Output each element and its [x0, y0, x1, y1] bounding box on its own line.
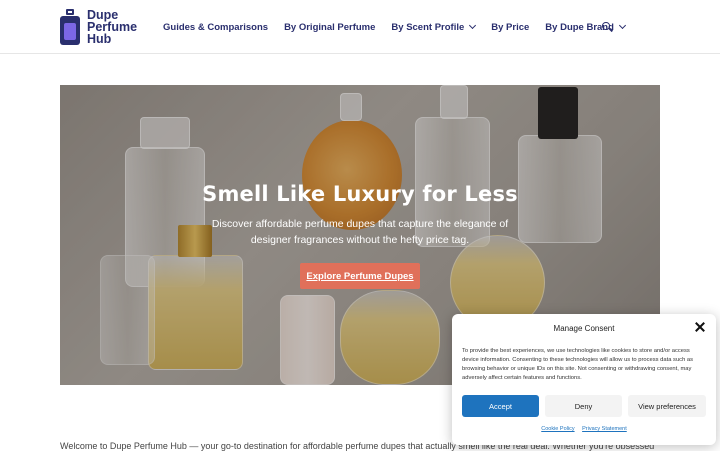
consent-title: Manage Consent	[553, 324, 615, 333]
nav-guides-comparisons[interactable]: Guides & Comparisons	[163, 22, 268, 33]
site-header: Dupe Perfume Hub Guides & Comparisons By…	[0, 0, 720, 54]
chevron-down-icon	[618, 21, 626, 30]
search-icon[interactable]	[602, 22, 613, 32]
hero-title: Smell Like Luxury for Less	[202, 182, 518, 206]
chevron-down-icon	[469, 21, 477, 30]
consent-description: To provide the best experiences, we use …	[462, 348, 694, 381]
hero-subtitle: Discover affordable perfume dupes that c…	[211, 218, 509, 246]
nav-by-original-perfume[interactable]: By Original Perfume	[284, 22, 375, 33]
privacy-statement-link[interactable]: Privacy Statement	[582, 426, 627, 432]
nav-by-price[interactable]: By Price	[491, 22, 529, 33]
main-nav: Guides & Comparisons By Original Perfume…	[163, 0, 641, 54]
cookie-policy-link[interactable]: Cookie Policy	[541, 426, 574, 432]
logo-wordmark: Dupe Perfume Hub	[87, 9, 137, 46]
nav-label: By Original Perfume	[284, 21, 376, 33]
cookie-consent-panel: Manage Consent To provide the best exper…	[452, 314, 716, 445]
logo-line-3: Hub	[87, 32, 112, 46]
deny-button[interactable]: Deny	[545, 395, 622, 417]
view-preferences-button[interactable]: View preferences	[628, 395, 706, 417]
site-logo[interactable]: Dupe Perfume Hub	[60, 8, 137, 46]
explore-perfume-dupes-button[interactable]: Explore Perfume Dupes	[300, 263, 420, 289]
nav-label: By Scent Profile	[391, 21, 465, 33]
nav-by-dupe-brand[interactable]: By Dupe Brand	[545, 21, 626, 33]
consent-links: Cookie Policy Privacy Statement	[452, 426, 716, 432]
accept-button[interactable]: Accept	[462, 395, 539, 417]
nav-by-scent-profile[interactable]: By Scent Profile	[391, 21, 477, 33]
close-icon[interactable]	[695, 322, 705, 332]
perfume-bottle-icon	[60, 9, 80, 45]
nav-label: Guides & Comparisons	[163, 21, 269, 33]
nav-label: By Price	[491, 21, 530, 33]
